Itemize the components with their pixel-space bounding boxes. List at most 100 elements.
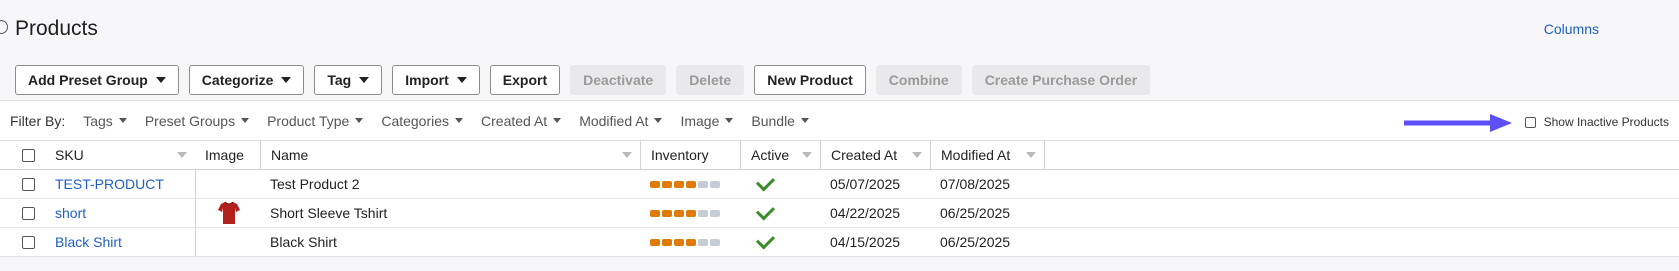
title-bar: Products Columns: [0, 0, 1679, 60]
delete-button[interactable]: Delete: [676, 65, 745, 95]
inventory-bar: [650, 209, 720, 217]
categorize-button[interactable]: Categorize: [188, 65, 305, 95]
inventory-segment: [686, 209, 696, 217]
filter-created-at[interactable]: Created At: [481, 113, 562, 129]
filter-modified-at[interactable]: Modified At: [579, 112, 663, 129]
chevron-down-icon: [241, 118, 250, 123]
annotation-arrow-icon: [1404, 114, 1512, 132]
column-header-label: Active: [751, 147, 790, 163]
row-checkbox[interactable]: [22, 177, 35, 191]
inventory-segment: [674, 180, 684, 188]
column-menu-icon[interactable]: [802, 152, 812, 158]
column-header-sku[interactable]: SKU: [45, 141, 195, 169]
grid-header: SKU Image Name Inventory Active Created …: [0, 141, 1679, 170]
chevron-down-icon: [155, 77, 166, 83]
chevron-down-icon: [800, 118, 809, 123]
show-inactive-checkbox[interactable]: [1524, 116, 1536, 128]
combine-button[interactable]: Combine: [875, 65, 962, 95]
modified-at-cell: 06/25/2025: [940, 205, 1011, 221]
chevron-down-icon: [359, 77, 370, 83]
filter-label-text: Tags: [83, 112, 113, 129]
filter-label-text: Categories: [381, 112, 450, 129]
export-button[interactable]: Export: [489, 65, 561, 95]
filter-product-type[interactable]: Product Type: [267, 112, 364, 129]
column-menu-icon[interactable]: [622, 152, 632, 158]
column-header-label: Inventory: [651, 147, 709, 163]
filter-tags[interactable]: Tags: [83, 113, 127, 129]
new-product-button[interactable]: New Product: [754, 65, 866, 95]
column-header-created-at[interactable]: Created At: [820, 141, 930, 169]
tag-label: Tag: [327, 72, 352, 88]
inventory-bar: [650, 238, 720, 246]
filter-label-text: Preset Groups: [144, 112, 236, 129]
add-preset-group-button[interactable]: Add Preset Group: [15, 65, 179, 95]
import-button[interactable]: Import: [392, 65, 480, 95]
active-cell: [755, 228, 776, 256]
back-circle-icon[interactable]: [0, 20, 8, 34]
create-purchase-order-button[interactable]: Create Purchase Order: [971, 65, 1151, 95]
filter-categories[interactable]: Categories: [381, 112, 464, 129]
filter-label-text: Product Type: [267, 112, 350, 129]
modified-at-cell: 07/08/2025: [940, 176, 1011, 192]
column-divider: [195, 199, 196, 227]
sku-link[interactable]: Black Shirt: [55, 234, 122, 250]
chevron-down-icon: [456, 77, 467, 83]
filter-label-text: Modified At: [579, 112, 649, 129]
show-inactive-toggle[interactable]: Show Inactive Products: [1524, 115, 1669, 129]
tag-button[interactable]: Tag: [314, 65, 383, 95]
column-menu-icon[interactable]: [912, 152, 922, 158]
filter-preset-groups[interactable]: Preset Groups: [144, 112, 250, 129]
sku-link[interactable]: short: [55, 205, 86, 221]
column-header-label: Image: [205, 147, 244, 163]
categorize-label: Categorize: [201, 72, 274, 88]
inventory-segment: [710, 180, 720, 188]
inventory-segment: [686, 238, 696, 246]
filter-label-text: Image: [680, 112, 720, 129]
chevron-down-icon: [553, 118, 562, 123]
check-icon: [755, 230, 776, 250]
inventory-segment: [662, 209, 672, 217]
inventory-segment: [662, 238, 672, 246]
inventory-segment: [650, 209, 660, 217]
columns-link[interactable]: Columns: [1544, 21, 1599, 37]
column-header-modified-at[interactable]: Modified At: [930, 141, 1045, 169]
check-icon: [755, 201, 776, 221]
check-icon: [755, 172, 776, 192]
row-checkbox[interactable]: [22, 235, 35, 249]
row-checkbox[interactable]: [22, 206, 35, 220]
row-select-cell: [22, 170, 35, 198]
inventory-segment: [650, 238, 660, 246]
column-header-label: Modified At: [941, 147, 1011, 163]
created-at-cell: 05/07/2025: [830, 176, 901, 192]
column-menu-icon[interactable]: [1026, 152, 1036, 158]
inventory-segment: [710, 209, 720, 217]
table-row[interactable]: TEST-PRODUCT Test Product 2 05/07/2025 0…: [0, 170, 1679, 199]
chevron-down-icon: [725, 118, 734, 123]
deactivate-button[interactable]: Deactivate: [570, 65, 667, 95]
chevron-down-icon: [455, 118, 464, 123]
filter-bundle[interactable]: Bundle: [751, 113, 809, 129]
column-menu-icon[interactable]: [177, 152, 187, 158]
row-select-cell: [22, 228, 35, 256]
inventory-cell: [650, 170, 720, 198]
column-header-name[interactable]: Name: [260, 141, 640, 169]
table-row[interactable]: short Short Sleeve Tshirt 04/22/2025 06/…: [0, 199, 1679, 228]
inventory-segment: [674, 209, 684, 217]
column-header-image[interactable]: Image: [195, 141, 260, 169]
column-header-active[interactable]: Active: [740, 141, 820, 169]
chevron-down-icon: [654, 118, 663, 123]
sku-link[interactable]: TEST-PRODUCT: [55, 176, 164, 192]
inventory-segment: [698, 238, 708, 246]
inventory-segment: [662, 180, 672, 188]
chevron-down-icon: [281, 77, 292, 83]
chevron-down-icon: [118, 118, 127, 123]
column-header-inventory[interactable]: Inventory: [640, 141, 740, 169]
column-divider: [195, 170, 196, 198]
select-all-checkbox[interactable]: [22, 148, 35, 162]
inventory-bar: [650, 180, 720, 188]
modified-at-cell: 06/25/2025: [940, 234, 1011, 250]
inventory-segment: [686, 180, 696, 188]
filter-image[interactable]: Image: [680, 112, 734, 129]
table-row[interactable]: Black Shirt Black Shirt 04/15/2025 06/25…: [0, 228, 1679, 257]
add-preset-group-label: Add Preset Group: [28, 72, 148, 88]
